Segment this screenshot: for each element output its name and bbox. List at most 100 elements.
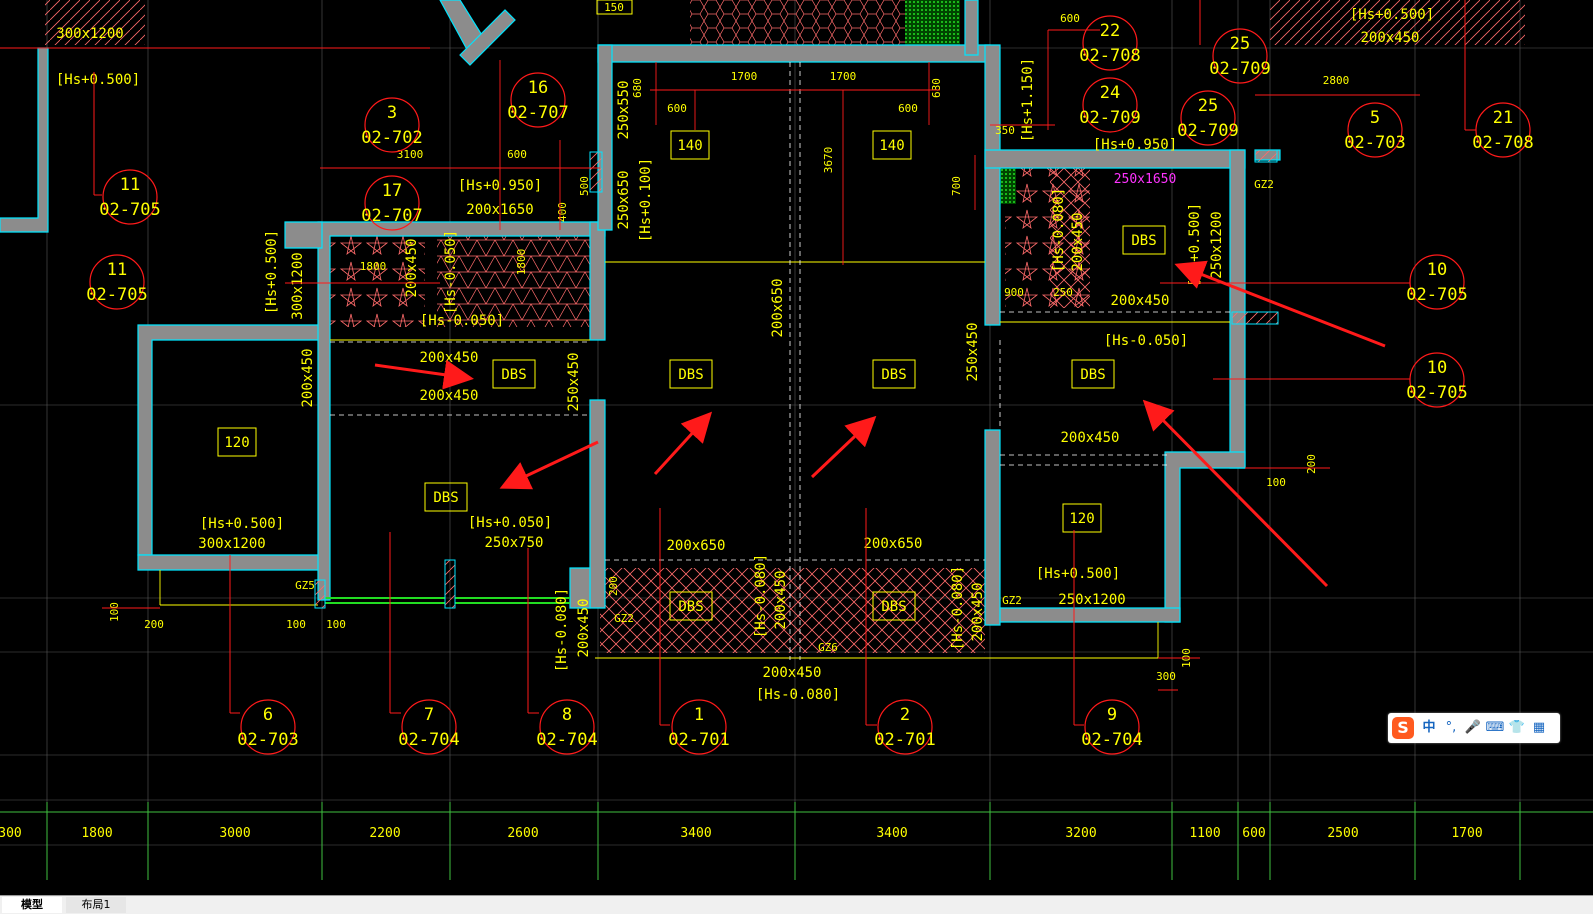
annotation: 200x450 [576, 598, 592, 657]
markup-arrow [810, 415, 877, 479]
room-label-dbs: DBS [881, 599, 906, 615]
ime-language-toggle[interactable]: 中 [1418, 713, 1440, 743]
microphone-icon[interactable]: 🎤 [1462, 713, 1484, 743]
cad-drawing-canvas[interactable]: 300 1800 3000 2200 2600 3400 3400 3200 1… [0, 0, 1593, 895]
markup-arrow [1174, 260, 1386, 348]
bottom-dimension-chain [0, 802, 1593, 880]
callout-8: 8 02-704 [536, 705, 597, 750]
svg-text:02-709: 02-709 [1177, 121, 1238, 141]
callout-21: 21 02-708 [1472, 108, 1533, 153]
ime-logo-icon[interactable]: S [1392, 717, 1414, 739]
annotation: [Hs+0.500] [1350, 7, 1434, 23]
room-label-140: 140 [677, 138, 702, 154]
dim-misc: 300 [1156, 670, 1176, 683]
tab-layout1[interactable]: 布局1 [66, 897, 126, 913]
room-label-dbs: DBS [1080, 367, 1105, 383]
callout-24: 24 02-709 [1079, 83, 1140, 128]
callout-10b: 10 02-705 [1406, 358, 1467, 403]
dim-bottom: 3400 [876, 826, 907, 841]
dim-bottom: 2200 [369, 826, 400, 841]
annotation: [Hs-0.080] [753, 554, 769, 638]
dim-misc: 900 [1004, 286, 1024, 299]
dim-misc: 700 [950, 176, 963, 196]
column-tag: GZ5 [295, 579, 315, 592]
annotation: 200x450 [419, 350, 478, 366]
annotation: 250x550 [616, 80, 632, 139]
annotation: [Hs+0.100] [638, 158, 654, 242]
tab-model[interactable]: 模型 [2, 897, 62, 913]
ime-punctuation-toggle[interactable]: °, [1440, 713, 1462, 743]
annotation: 200x450 [1070, 212, 1086, 271]
callout-22: 22 02-708 [1079, 21, 1140, 66]
annotation: [Hs+0.500] [264, 230, 280, 314]
room-label-dbs: DBS [1131, 233, 1156, 249]
dim-misc: 600 [507, 148, 527, 161]
svg-text:11: 11 [120, 175, 140, 195]
svg-text:21: 21 [1493, 108, 1513, 128]
dim-bottom: 1700 [1451, 826, 1482, 841]
column-tag: GZ2 [1254, 178, 1274, 191]
svg-text:02-703: 02-703 [1344, 133, 1405, 153]
svg-text:25: 25 [1230, 34, 1250, 54]
annotation: 200x650 [770, 278, 786, 337]
callout-7: 7 02-704 [398, 705, 459, 750]
svg-text:3: 3 [387, 103, 397, 123]
dim-misc: 1700 [731, 70, 758, 83]
column-tag: GZ2 [1002, 594, 1022, 607]
apps-icon[interactable]: ▦ [1528, 713, 1550, 743]
annotation: [Hs-0.050] [420, 313, 504, 329]
annotation: 200x650 [666, 538, 725, 554]
svg-text:22: 22 [1100, 21, 1120, 41]
skin-icon[interactable]: 👕 [1506, 713, 1528, 743]
callout-17: 17 02-707 [361, 181, 422, 226]
annotation: 200x450 [1360, 30, 1419, 46]
svg-text:02-707: 02-707 [361, 206, 422, 226]
annotation: [Hs+1.150] [1020, 58, 1036, 142]
dim-misc: 680 [930, 78, 943, 98]
dim-misc: 200 [607, 576, 620, 596]
dim-misc: 500 [578, 176, 591, 196]
ime-toolbar[interactable]: S 中 °, 🎤 ⌨ 👕 ▦ [1388, 713, 1560, 743]
svg-text:10: 10 [1427, 260, 1447, 280]
svg-text:16: 16 [528, 78, 548, 98]
svg-text:11: 11 [107, 260, 127, 280]
room-label-dbs: DBS [678, 599, 703, 615]
callout-10: 10 02-705 [1406, 260, 1467, 305]
dim-misc: 3670 [822, 147, 835, 174]
callout-1: 1 02-701 [668, 705, 729, 750]
svg-text:24: 24 [1100, 83, 1120, 103]
annotation: 200x450 [1110, 293, 1169, 309]
svg-text:02-701: 02-701 [668, 730, 729, 750]
svg-text:02-709: 02-709 [1209, 59, 1270, 79]
callout-11: 11 02-705 [99, 175, 160, 220]
annotation: 200x450 [970, 582, 986, 641]
keyboard-icon[interactable]: ⌨ [1484, 713, 1506, 743]
markup-arrow [653, 411, 713, 476]
annotation: 300x1200 [198, 536, 265, 552]
callout-9: 9 02-704 [1081, 705, 1142, 750]
callout-16: 16 02-707 [507, 78, 568, 123]
room-label-140: 140 [879, 138, 904, 154]
callout-6: 6 02-703 [237, 705, 298, 750]
svg-text:7: 7 [424, 705, 434, 725]
annotation: 250x1200 [1058, 592, 1125, 608]
room-label-dbs: DBS [881, 367, 906, 383]
dim-misc: 200 [144, 618, 164, 631]
annotation: 300x1200 [56, 26, 123, 42]
markup-arrow [374, 359, 474, 390]
svg-text:02-705: 02-705 [1406, 285, 1467, 305]
annotation: [Hs+0.050] [468, 515, 552, 531]
dim-bottom: 2500 [1327, 826, 1358, 841]
dim-bottom: 3400 [680, 826, 711, 841]
dim-misc: 2800 [1323, 74, 1350, 87]
annotation: 250x450 [965, 322, 981, 381]
svg-text:25: 25 [1198, 96, 1218, 116]
dim-misc: 1800 [360, 260, 387, 273]
columns [314, 149, 1279, 609]
dim-misc: 600 [1060, 12, 1080, 25]
dim-bottom: 3200 [1065, 826, 1096, 841]
annotation: [Hs-0.080] [1051, 188, 1067, 272]
dim-misc: 600 [898, 102, 918, 115]
svg-text:02-705: 02-705 [99, 200, 160, 220]
annotation: [Hs-0.050] [1104, 333, 1188, 349]
